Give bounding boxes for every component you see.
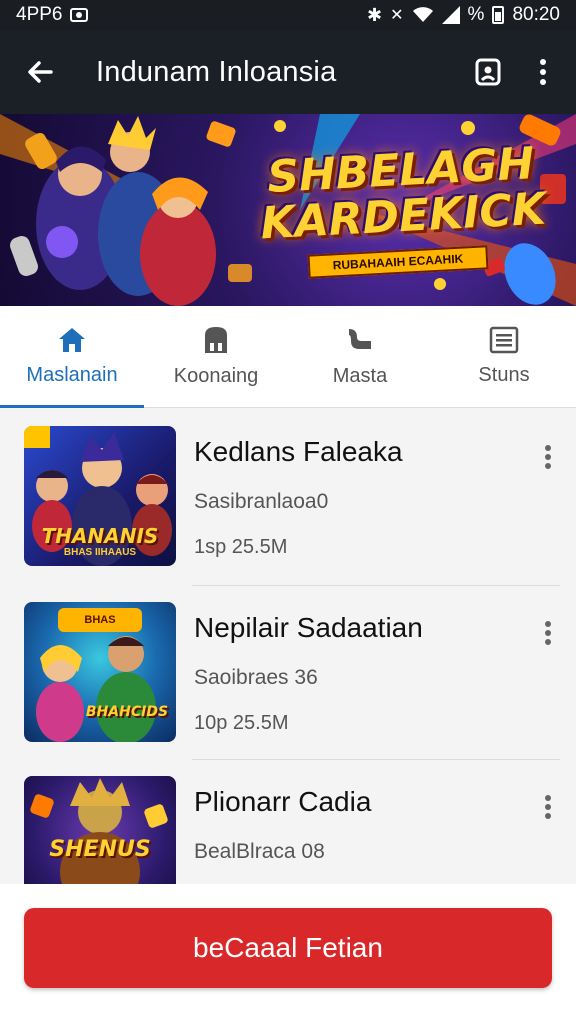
more-options-button[interactable] bbox=[528, 50, 558, 94]
thumbnail-subtitle: BHAS bbox=[84, 614, 116, 626]
bottom-action-area: beCaaal Fetian bbox=[0, 884, 576, 1024]
notification-icon bbox=[70, 8, 89, 22]
tab-bar: Maslanain Koonaing Masta Stuns bbox=[0, 306, 576, 408]
pipe-icon bbox=[349, 329, 371, 349]
game-list: THANANIS BHAS IIHAAUS Kedlans Faleaka Sa… bbox=[0, 408, 576, 888]
item-meta: Nepilair Sadaatian Saoibraes 36 10p 25.5… bbox=[194, 602, 528, 735]
list-item[interactable]: BHAHCIDS BHAS Nepilair Sadaatian Saoibra… bbox=[0, 602, 576, 776]
bluetooth-icon: ✱ bbox=[367, 4, 383, 25]
status-time-left: 4PP6 bbox=[16, 4, 63, 25]
list-icon bbox=[489, 326, 519, 354]
more-vert-icon bbox=[545, 621, 551, 645]
item-size: 1sp 25.5M bbox=[194, 536, 288, 558]
item-title: Nepilair Sadaatian bbox=[194, 612, 423, 643]
primary-action-button[interactable]: beCaaal Fetian bbox=[24, 908, 552, 988]
game-thumbnail: THANANIS BHAS IIHAAUS bbox=[24, 426, 176, 566]
back-button[interactable] bbox=[18, 50, 62, 94]
mute-icon: ✕ bbox=[390, 7, 404, 24]
tab-label: Maslanain bbox=[26, 364, 118, 386]
item-title: Kedlans Faleaka bbox=[194, 436, 403, 467]
wifi-icon bbox=[412, 7, 433, 22]
tab-label: Masta bbox=[332, 365, 388, 387]
status-right: ✱ ✕ % 80:20 bbox=[367, 4, 560, 26]
status-clock: 80:20 bbox=[512, 4, 560, 25]
tab-masta[interactable]: Masta bbox=[288, 306, 432, 407]
item-size: 10p 25.5M bbox=[194, 712, 289, 734]
tab-label: Stuns bbox=[478, 364, 530, 386]
list-item[interactable]: THANANIS BHAS IIHAAUS Kedlans Faleaka Sa… bbox=[0, 426, 576, 600]
tab-maslanain[interactable]: Maslanain bbox=[0, 306, 144, 408]
more-vert-icon bbox=[545, 445, 551, 469]
bookmark-icon bbox=[475, 58, 501, 86]
item-meta: Plionarr Cadia BealBlraca 08 bbox=[194, 776, 528, 886]
tab-label: Koonaing bbox=[173, 365, 259, 387]
battery-icon bbox=[492, 6, 505, 24]
home-icon bbox=[59, 328, 85, 352]
thumbnail-title: THANANIS bbox=[41, 524, 159, 548]
more-vert-icon bbox=[545, 795, 551, 819]
thumbnail-title: SHENUS bbox=[49, 837, 151, 862]
item-subtitle: Saoibraes 36 bbox=[194, 666, 318, 689]
storage-icon bbox=[205, 327, 227, 353]
item-title: Plionarr Cadia bbox=[194, 786, 372, 817]
status-left: 4PP6 bbox=[16, 4, 89, 26]
back-arrow-icon bbox=[28, 61, 53, 83]
item-subtitle: BealBlraca 08 bbox=[194, 840, 325, 863]
list-item[interactable]: SHENUS Plionarr Cadia BealBlraca 08 bbox=[0, 776, 576, 888]
app-title: Indunam Inloansia bbox=[96, 55, 337, 88]
item-subtitle: Sasibranlaoa0 bbox=[194, 490, 329, 513]
thumbnail-subtitle: BHAS IIHAAUS bbox=[63, 547, 137, 558]
game-thumbnail: BHAHCIDS BHAS bbox=[24, 602, 176, 742]
item-more-button[interactable] bbox=[528, 432, 568, 482]
divider bbox=[192, 585, 560, 586]
more-vert-icon bbox=[540, 59, 546, 85]
signal-icon bbox=[441, 6, 460, 24]
app-bar: Indunam Inloansia bbox=[0, 30, 576, 114]
battery-percent: % bbox=[467, 4, 485, 25]
status-bar: 4PP6 ✱ ✕ % 80:20 bbox=[0, 0, 576, 30]
item-more-button[interactable] bbox=[528, 608, 568, 658]
bookmark-button[interactable] bbox=[466, 50, 510, 94]
game-banner[interactable]: SHBELAGH KARDEKICK RUBAHAAIH ECAAHIK bbox=[0, 114, 576, 306]
item-more-button[interactable] bbox=[528, 782, 568, 832]
item-meta: Kedlans Faleaka Sasibranlaoa0 1sp 25.5M bbox=[194, 426, 528, 559]
thumbnail-title: BHAHCIDS bbox=[85, 704, 169, 720]
tab-stuns[interactable]: Stuns bbox=[432, 306, 576, 407]
divider bbox=[192, 759, 560, 760]
tab-koonaing[interactable]: Koonaing bbox=[144, 306, 288, 407]
game-thumbnail: SHENUS bbox=[24, 776, 176, 888]
thumbnail-art bbox=[30, 778, 168, 888]
banner-title: SHBELAGH KARDEKICK bbox=[250, 138, 554, 249]
